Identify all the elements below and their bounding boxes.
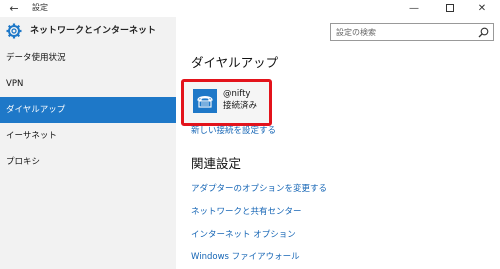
adapter-options-link[interactable]: アダプターのオプションを変更する [191, 184, 327, 195]
title-bar: ← 設定 — ✕ [0, 0, 500, 17]
network-sharing-center-link[interactable]: ネットワークと共有センター [191, 207, 302, 218]
window-title: 設定 [32, 3, 48, 12]
page-header: ネットワークとインターネット [0, 17, 176, 45]
minimize-button[interactable]: — [396, 0, 432, 17]
sidebar-item-proxy[interactable]: プロキシ [0, 149, 176, 175]
dialup-connection-item[interactable]: @nifty 接続済み [181, 79, 272, 126]
gear-icon [6, 23, 22, 39]
maximize-icon [446, 4, 454, 12]
sidebar-item-data-usage[interactable]: データ使用状況 [0, 45, 176, 71]
connection-status: 接続済み [223, 101, 258, 111]
search-placeholder: 設定の検索 [336, 28, 376, 37]
search-icon[interactable] [478, 27, 489, 38]
maximize-button[interactable] [432, 0, 468, 17]
connection-name: @nifty [223, 89, 251, 99]
back-button[interactable]: ← [6, 0, 22, 17]
search-input[interactable]: 設定の検索 [330, 23, 494, 41]
section-title: ダイヤルアップ [191, 55, 279, 70]
dialup-phone-icon [193, 89, 217, 113]
close-button[interactable]: ✕ [464, 0, 500, 17]
sidebar-item-dialup[interactable]: ダイヤルアップ [0, 97, 176, 123]
sidebar-item-vpn[interactable]: VPN [0, 71, 176, 97]
setup-new-connection-link[interactable]: 新しい接続を設定する [191, 126, 276, 137]
related-settings-title: 関連設定 [191, 156, 242, 171]
sidebar-item-ethernet[interactable]: イーサネット [0, 123, 176, 149]
sidebar: データ使用状況 VPN ダイヤルアップ イーサネット プロキシ [0, 45, 176, 269]
internet-options-link[interactable]: インターネット オプション [191, 230, 296, 241]
windows-firewall-link[interactable]: Windows ファイアウォール [191, 252, 300, 263]
page-title: ネットワークとインターネット [30, 26, 157, 36]
